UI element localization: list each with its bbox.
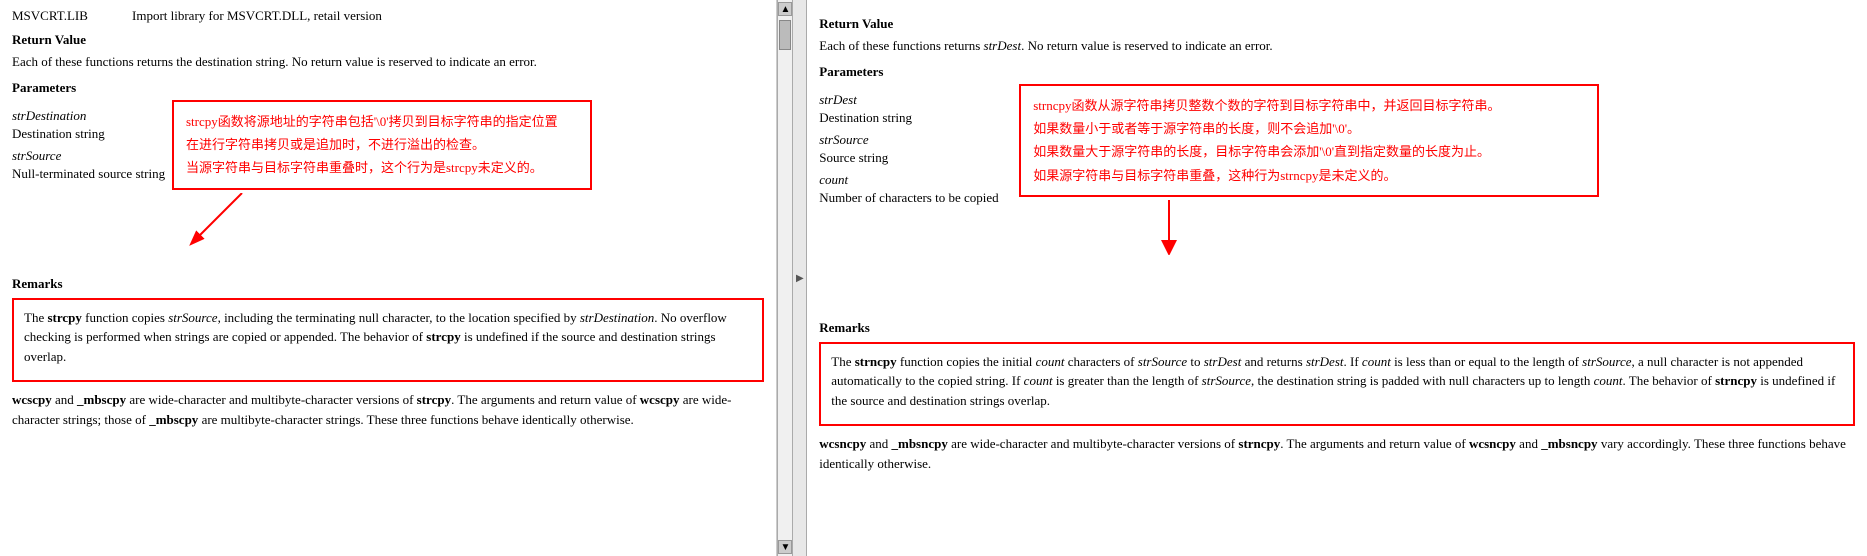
lib-desc: Import library for MSVCRT.DLL, retail ve… — [132, 8, 382, 24]
strcpy-bold1: strcpy — [47, 310, 81, 325]
count-italic1: count — [1036, 354, 1065, 369]
tooltip-content-right: strncpy函数从源字符串拷贝整数个数的字符到目标字符串中，并返回目标字符串。… — [1019, 84, 1599, 198]
tooltip-line1-right: strncpy函数从源字符串拷贝整数个数的字符到目标字符串中，并返回目标字符串。 — [1033, 94, 1585, 117]
left-panel: MSVCRT.LIB Import library for MSVCRT.DLL… — [0, 0, 777, 556]
wcsncpy-ref: wcsncpy — [1469, 436, 1516, 451]
param1-name-right: strDest — [819, 92, 1039, 108]
strSource-italic3: strSource — [1582, 354, 1631, 369]
strDest-italic2: strDest — [1204, 354, 1242, 369]
strDest-italic1: strDestination — [580, 310, 654, 325]
return-value-text-right: Each of these functions returns strDest.… — [819, 36, 1855, 56]
scrollbar[interactable]: ▲ ▼ — [777, 0, 793, 556]
wcsncpy-bold: wcsncpy — [819, 436, 866, 451]
return-value-header-left: Return Value — [12, 32, 764, 48]
param4-label-right: Source string — [819, 150, 1039, 166]
return-value-text-left: Each of these functions returns the dest… — [12, 52, 764, 72]
tooltip-box-left: strcpy函数将源地址的字符串包括'\0'拷贝到目标字符串的指定位置 在进行字… — [172, 100, 592, 190]
count-italic3: count — [1024, 373, 1053, 388]
remarks-box-left: The strcpy function copies strSource, in… — [12, 298, 764, 383]
strncpy-bold2: strncpy — [1715, 373, 1757, 388]
tooltip-line4-right: 如果源字符串与目标字符串重叠，这种行为strncpy是未定义的。 — [1033, 164, 1585, 187]
strDest-ret: strDest — [984, 38, 1022, 53]
tooltip-line1-left: strcpy函数将源地址的字符串包括'\0'拷贝到目标字符串的指定位置 — [186, 110, 578, 133]
scroll-down[interactable]: ▼ — [778, 540, 792, 554]
mbsncpy-bold: _mbsncpy — [891, 436, 947, 451]
remarks-text-right: The strncpy function copies the initial … — [831, 352, 1843, 411]
param5-name-right: count — [819, 172, 1039, 188]
scroll-thumb[interactable] — [779, 20, 791, 50]
wcs-bold2: _mbscpy — [77, 392, 126, 407]
param2-label-right: Destination string — [819, 110, 1039, 126]
remarks-text-left: The strcpy function copies strSource, in… — [24, 308, 752, 367]
strSource-italic1: strSource — [168, 310, 217, 325]
strncpy-ref: strncpy — [1238, 436, 1280, 451]
lib-name: MSVCRT.LIB — [12, 8, 112, 24]
arrow-right — [1139, 200, 1199, 255]
scroll-up[interactable]: ▲ — [778, 2, 792, 16]
expand-divider[interactable]: ▶ — [793, 0, 807, 556]
arrow-left — [182, 193, 302, 253]
right-panel: Return Value Each of these functions ret… — [807, 0, 1867, 556]
strSource-italic2: strSource — [1138, 354, 1187, 369]
return-value-header-right: Return Value — [819, 16, 1855, 32]
strcpy-ref: strcpy — [417, 392, 451, 407]
lib-row: MSVCRT.LIB Import library for MSVCRT.DLL… — [12, 8, 764, 24]
strcpy-bold2: strcpy — [426, 329, 460, 344]
strncpy-bold1: strncpy — [855, 354, 897, 369]
wcs-text-left: wcscpy and _mbscpy are wide-character an… — [12, 390, 764, 429]
remarks-header-right: Remarks — [819, 320, 1855, 336]
strDest-italic3: strDest — [1306, 354, 1344, 369]
count-italic4: count — [1594, 373, 1623, 388]
tooltip-box-right: strncpy函数从源字符串拷贝整数个数的字符到目标字符串中，并返回目标字符串。… — [1019, 76, 1599, 206]
wcscpy-ref: wcscpy — [640, 392, 680, 407]
tooltip-line3-left: 当源字符串与目标字符串重叠时，这个行为是strcpy未定义的。 — [186, 156, 578, 179]
mbscpy-ref: _mbscpy — [149, 412, 198, 427]
count-italic2: count — [1362, 354, 1391, 369]
param6-label-right: Number of characters to be copied — [819, 190, 1039, 206]
remarks-header-left: Remarks — [12, 276, 764, 292]
param3-name-right: strSource — [819, 132, 1039, 148]
strSource-italic4: strSource — [1202, 373, 1251, 388]
tooltip-line2-right: 如果数量小于或者等于源字符串的长度，则不会追加'\0'。 — [1033, 117, 1585, 140]
mbsncpy-ref: _mbsncpy — [1541, 436, 1597, 451]
wcs-text-right: wcsncpy and _mbsncpy are wide-character … — [819, 434, 1855, 473]
tooltip-line2-left: 在进行字符串拷贝或是追加时，不进行溢出的检查。 — [186, 133, 578, 156]
expand-arrow[interactable]: ▶ — [796, 273, 804, 284]
remarks-box-right: The strncpy function copies the initial … — [819, 342, 1855, 427]
wcs-bold1: wcscpy — [12, 392, 52, 407]
tooltip-line3-right: 如果数量大于源字符串的长度，目标字符串会添加'\0'直到指定数量的长度为止。 — [1033, 140, 1585, 163]
